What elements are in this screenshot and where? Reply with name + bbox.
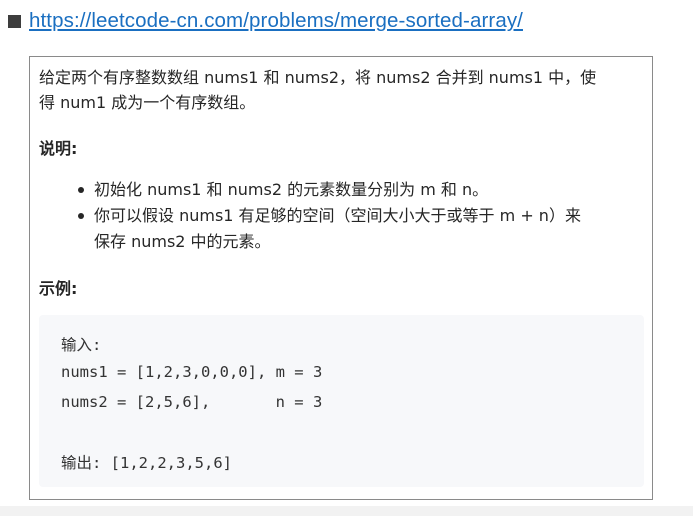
input-nums2-line: nums2 = [2,5,6], n = 3 xyxy=(61,393,323,411)
problem-card: 给定两个有序整数数组 nums1 和 nums2，将 nums2 合并到 num… xyxy=(29,56,653,500)
example-code-block: 输入: nums1 = [1,2,3,0,0,0], m = 3 nums2 =… xyxy=(39,315,644,487)
note-1-text: 初始化 nums1 和 nums2 的元素数量分别为 m 和 n。 xyxy=(94,180,489,199)
output-line: 输出: [1,2,2,3,5,6] xyxy=(61,454,232,472)
url-row: https://leetcode-cn.com/problems/merge-s… xyxy=(8,6,523,36)
list-item: 初始化 nums1 和 nums2 的元素数量分别为 m 和 n。 xyxy=(74,177,644,203)
bottom-strip xyxy=(0,506,693,516)
example-title: 示例: xyxy=(39,279,78,298)
input-nums1-line: nums1 = [1,2,3,0,0,0], m = 3 xyxy=(61,363,323,381)
notes-title: 说明: xyxy=(39,139,78,158)
input-label: 输入: xyxy=(61,336,102,354)
description-line-2: 得 num1 成为一个有序数组。 xyxy=(39,93,256,112)
note-2-line-2: 保存 nums2 中的元素。 xyxy=(94,232,271,251)
square-bullet-icon xyxy=(8,14,21,28)
problem-description: 给定两个有序整数数组 nums1 和 nums2，将 nums2 合并到 num… xyxy=(39,65,639,115)
description-line-1: 给定两个有序整数数组 nums1 和 nums2，将 nums2 合并到 num… xyxy=(39,68,597,87)
problem-url-link[interactable]: https://leetcode-cn.com/problems/merge-s… xyxy=(29,9,523,33)
note-2-line-1: 你可以假设 nums1 有足够的空间（空间大小大于或等于 m + n）来 xyxy=(94,206,581,225)
notes-list: 初始化 nums1 和 nums2 的元素数量分别为 m 和 n。 你可以假设 … xyxy=(74,177,644,255)
list-item: 你可以假设 nums1 有足够的空间（空间大小大于或等于 m + n）来 保存 … xyxy=(74,203,644,255)
